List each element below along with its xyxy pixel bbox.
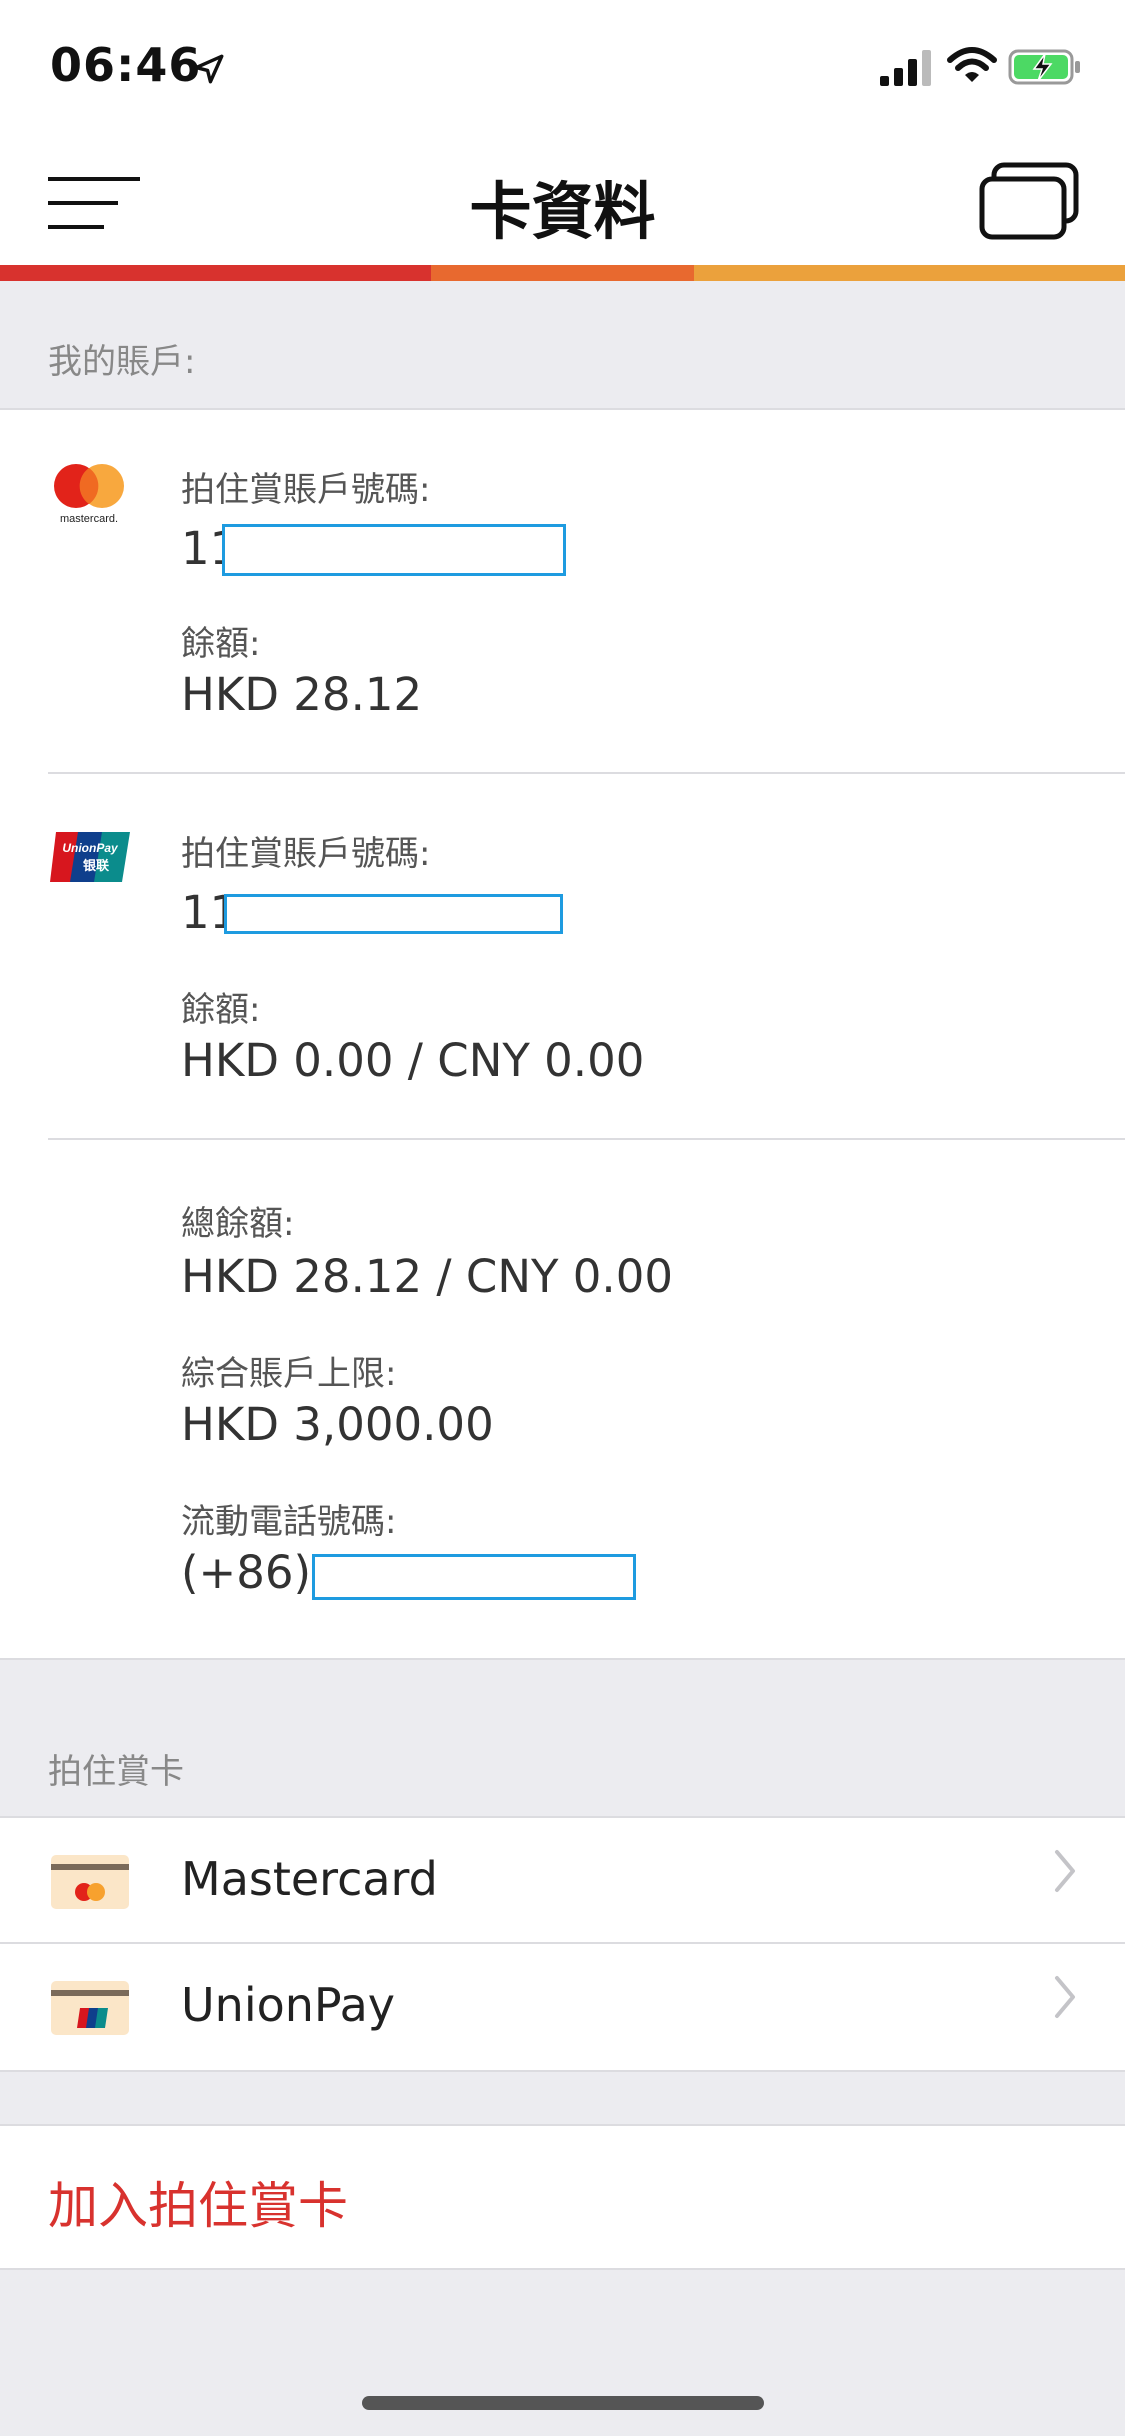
- svg-text:mastercard.: mastercard.: [60, 513, 118, 525]
- redacted-account-number: [224, 894, 563, 934]
- chevron-right-icon: [1055, 1850, 1075, 1892]
- total-balance-value: HKD 28.12 / CNY 0.00: [181, 1250, 673, 1303]
- redacted-mobile-number: [312, 1554, 636, 1600]
- navigation-bar: 卡資料: [0, 135, 1125, 265]
- account-number-label: 拍住賞賬戶號碼:: [181, 834, 431, 874]
- balance-label: 餘額:: [181, 624, 261, 664]
- balance-value: HKD 28.12: [181, 668, 423, 721]
- svg-text:银联: 银联: [83, 858, 109, 874]
- mobile-number-label: 流動電話號碼:: [181, 1502, 397, 1542]
- svg-text:UnionPay: UnionPay: [62, 841, 119, 855]
- accent-segment-red: [0, 265, 431, 281]
- balance-label: 餘額:: [181, 990, 261, 1030]
- divider: [48, 1138, 1125, 1140]
- my-account-panel: mastercard. 拍住賞賬戶號碼: 11 餘額: HKD 28.12 Un…: [0, 408, 1125, 1660]
- tap-go-cards-header: 拍住賞卡: [48, 1752, 184, 1792]
- accent-color-bar: [0, 265, 1125, 281]
- mobile-number-prefix: (+86): [181, 1546, 312, 1599]
- status-bar: 06:46: [0, 0, 1125, 135]
- tap-go-cards-list: Mastercard UnionPay: [0, 1816, 1125, 2072]
- balance-value: HKD 0.00 / CNY 0.00: [181, 1034, 645, 1087]
- mastercard-logo-icon: mastercard.: [54, 464, 124, 525]
- location-arrow-icon: [194, 54, 224, 84]
- page-title: 卡資料: [469, 175, 656, 248]
- cards-stack-icon[interactable]: [978, 161, 1080, 241]
- card-row-label: UnionPay: [181, 1978, 395, 2032]
- account-limit-label: 綜合賬戶上限:: [181, 1354, 397, 1394]
- wifi-icon: [947, 47, 997, 82]
- mastercard-card-icon: [51, 1855, 129, 1909]
- battery-charging-icon: [1008, 49, 1080, 85]
- redacted-account-number: [222, 524, 566, 576]
- home-indicator[interactable]: [362, 2396, 764, 2410]
- account-number-label: 拍住賞賬戶號碼:: [181, 470, 431, 510]
- chevron-right-icon: [1055, 1976, 1075, 2018]
- card-row-mastercard[interactable]: Mastercard: [0, 1816, 1125, 1946]
- my-account-header: 我的賬戶:: [48, 342, 196, 382]
- divider: [48, 772, 1125, 774]
- add-card-label: 加入拍住賞卡: [48, 2177, 348, 2235]
- account-limit-value: HKD 3,000.00: [181, 1398, 494, 1451]
- unionpay-card-icon: [51, 1981, 129, 2035]
- accent-segment-yellow: [694, 265, 1125, 281]
- card-row-label: Mastercard: [181, 1852, 438, 1906]
- add-card-button[interactable]: 加入拍住賞卡: [0, 2124, 1125, 2270]
- status-time: 06:46: [50, 38, 202, 92]
- total-balance-label: 總餘額:: [181, 1204, 295, 1244]
- card-row-unionpay[interactable]: UnionPay: [0, 1944, 1125, 2072]
- unionpay-logo-icon: UnionPay 银联: [50, 832, 130, 882]
- card-info-screen: 06:46 卡資料 我的賬戶: mastercard. 拍住賞賬戶號碼: 11 …: [0, 0, 1125, 2436]
- cellular-signal-icon: [880, 50, 931, 86]
- accent-segment-orange: [431, 265, 694, 281]
